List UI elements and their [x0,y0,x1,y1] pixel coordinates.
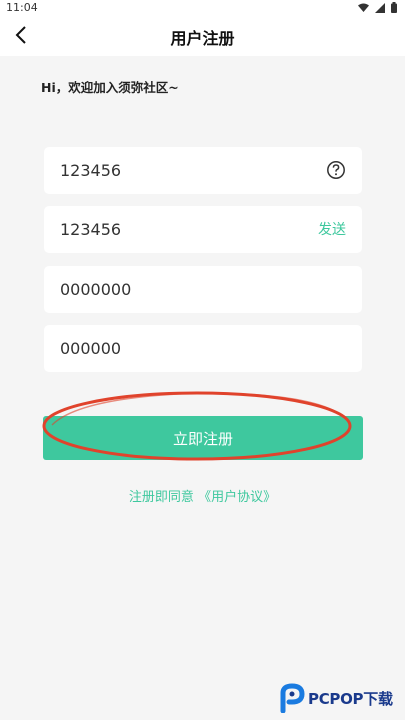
battery-icon [391,2,397,13]
page-title: 用户注册 [170,29,235,48]
verification-code-input[interactable] [60,206,310,253]
phone-input[interactable] [60,147,310,194]
watermark: PCPOP下载 [280,683,393,713]
status-time: 11:04 [6,1,38,14]
password-input[interactable] [60,266,310,313]
pcpop-logo-icon [280,683,305,713]
confirm-password-input[interactable] [60,325,310,372]
watermark-text: PCPOP下载 [308,689,393,708]
app-header: 用户注册 [0,16,405,56]
status-bar: 11:04 [0,0,405,16]
user-agreement-link[interactable]: 《用户协议》 [198,490,276,505]
wifi-icon [358,3,369,12]
status-icons [358,2,397,13]
help-icon[interactable] [326,160,346,180]
signal-icon [375,2,385,13]
send-code-button[interactable]: 发送 [318,219,346,239]
password-field [44,266,362,313]
phone-field [44,147,362,194]
greeting-text: Hi，欢迎加入须弥社区~ [41,80,179,95]
register-button[interactable]: 立即注册 [43,416,363,460]
agreement-text: 注册即同意 《用户协议》 [0,486,405,505]
confirm-password-field [44,325,362,372]
verification-code-field: 发送 [44,206,362,253]
agreement-prefix: 注册即同意 [128,490,194,505]
